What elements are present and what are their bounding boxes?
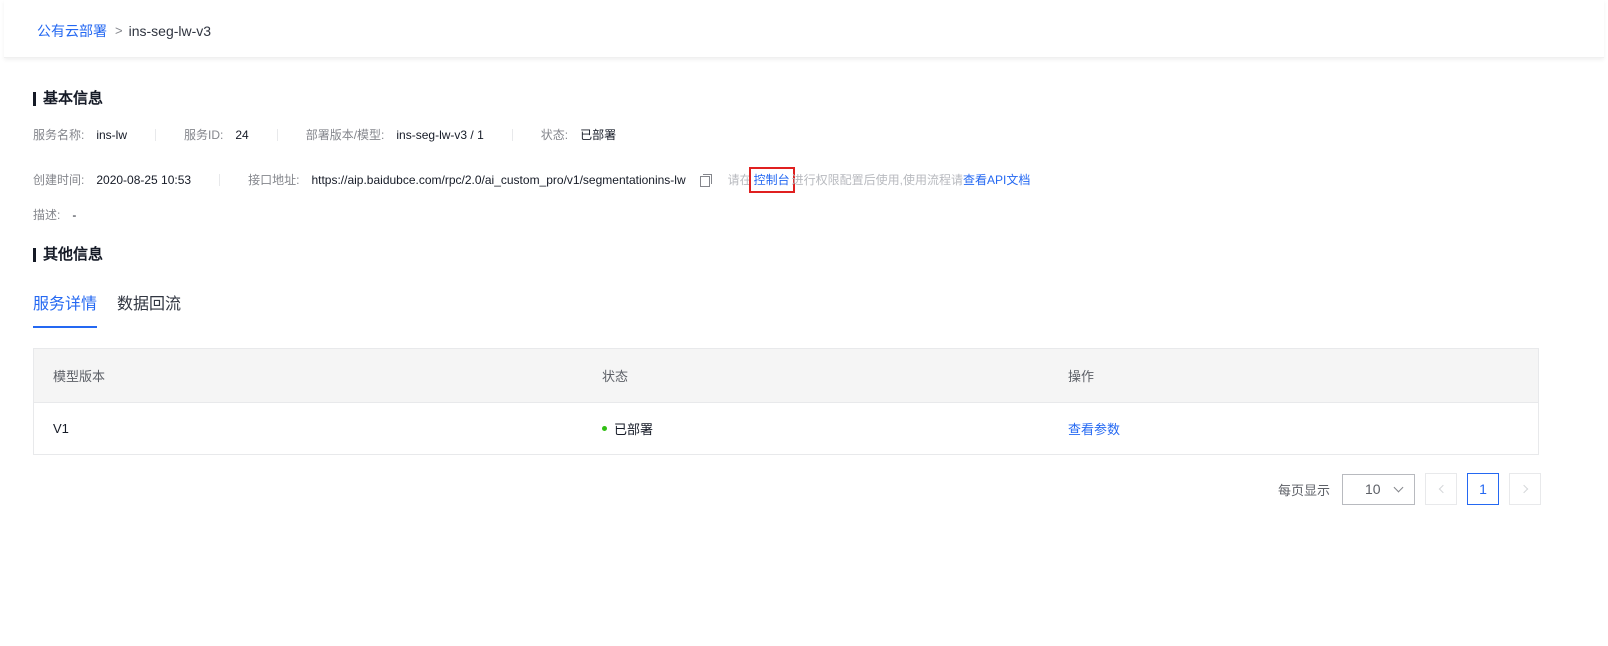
created-time-value: 2020-08-25 10:53 — [96, 173, 192, 187]
basic-info-title: 基本信息 — [33, 90, 103, 108]
divider — [511, 129, 513, 141]
model-version-table: 模型版本 状态 操作 V1 已部署 查看参数 — [33, 348, 1539, 455]
api-usage-hint: 请在 控制台 进行权限配置后使用,使用流程请 查看API文档 — [728, 167, 1030, 193]
page-size-label: 每页显示 — [1278, 482, 1331, 498]
title-bar-marker — [33, 92, 36, 106]
info-row-3: 描述: - — [33, 207, 76, 223]
divider — [155, 129, 157, 141]
column-header-model-version: 模型版本 — [53, 369, 106, 384]
service-name-value: ins-lw — [96, 128, 128, 142]
status-badge: 已部署 — [602, 419, 1068, 438]
table-header: 模型版本 状态 操作 — [34, 349, 1538, 402]
hint-middle: 进行权限配置后使用,使用流程请 — [791, 173, 964, 187]
next-page-button[interactable] — [1509, 473, 1542, 505]
created-time-item: 创建时间: 2020-08-25 10:53 — [33, 172, 191, 188]
copy-icon[interactable] — [699, 174, 712, 187]
service-id-item: 服务ID: 24 — [184, 127, 249, 143]
deploy-version-value: ins-seg-lw-v3 / 1 — [396, 128, 484, 142]
detail-tabs: 服务详情 数据回流 — [33, 290, 201, 328]
service-name-item: 服务名称: ins-lw — [33, 127, 127, 143]
deploy-version-item: 部署版本/模型: ins-seg-lw-v3 / 1 — [306, 127, 484, 143]
divider — [276, 129, 278, 141]
console-link[interactable]: 控制台 — [748, 167, 795, 193]
status-label: 状态: — [540, 128, 569, 142]
prev-page-button[interactable] — [1425, 473, 1458, 505]
description-value: - — [72, 208, 77, 222]
status-text: 已部署 — [614, 422, 654, 437]
table-row: V1 已部署 查看参数 — [34, 402, 1538, 454]
api-url-label: 接口地址: — [248, 173, 300, 187]
created-time-label: 创建时间: — [33, 173, 85, 187]
service-name-label: 服务名称: — [33, 128, 85, 142]
title-bar-marker — [33, 248, 36, 262]
status-dot-icon — [602, 426, 607, 431]
column-header-actions: 操作 — [1068, 369, 1095, 384]
chevron-right-icon — [1519, 484, 1528, 494]
description-item: 描述: - — [33, 207, 76, 223]
cell-version: V1 — [53, 421, 69, 436]
tab-service-details[interactable]: 服务详情 — [33, 290, 98, 328]
page-size-select[interactable]: 10 — [1342, 473, 1416, 505]
chevron-left-icon — [1438, 484, 1447, 494]
info-row-1: 服务名称: ins-lw 服务ID: 24 部署版本/模型: ins-seg-l… — [33, 127, 616, 143]
status-item: 状态: 已部署 — [541, 127, 616, 143]
deploy-version-label: 部署版本/模型: — [305, 128, 385, 142]
breadcrumb-current: ins-seg-lw-v3 — [128, 23, 212, 39]
breadcrumb-separator: > — [115, 23, 123, 38]
api-url-value: https://aip.baidubce.com/rpc/2.0/ai_cust… — [311, 173, 686, 187]
service-id-label: 服务ID: — [184, 128, 224, 142]
top-header: 公有云部署 > ins-seg-lw-v3 — [4, 0, 1604, 58]
tab-data-backflow[interactable]: 数据回流 — [117, 290, 181, 320]
cell-status: 已部署 — [602, 419, 1068, 438]
pagination: 每页显示 10 1 — [1278, 473, 1542, 505]
service-id-value: 24 — [235, 128, 249, 142]
view-params-link[interactable]: 查看参数 — [1068, 422, 1120, 437]
column-header-status: 状态 — [602, 369, 629, 384]
other-info-title-text: 其他信息 — [43, 246, 104, 263]
description-label: 描述: — [33, 208, 61, 222]
api-doc-link[interactable]: 查看API文档 — [963, 172, 1030, 188]
api-url-item: 接口地址: https://aip.baidubce.com/rpc/2.0/a… — [248, 172, 712, 188]
chevron-down-icon — [1393, 482, 1404, 492]
cell-actions: 查看参数 — [1068, 419, 1538, 438]
breadcrumb-parent-link[interactable]: 公有云部署 — [37, 22, 107, 40]
other-info-title: 其他信息 — [33, 246, 103, 264]
page-size-value: 10 — [1365, 481, 1381, 497]
status-value: 已部署 — [580, 128, 617, 142]
basic-info-title-text: 基本信息 — [43, 90, 104, 107]
divider — [219, 174, 221, 186]
page-number-button[interactable]: 1 — [1467, 473, 1500, 505]
info-row-2: 创建时间: 2020-08-25 10:53 接口地址: https://aip… — [33, 167, 1030, 193]
breadcrumb: 公有云部署 > ins-seg-lw-v3 — [37, 22, 211, 40]
